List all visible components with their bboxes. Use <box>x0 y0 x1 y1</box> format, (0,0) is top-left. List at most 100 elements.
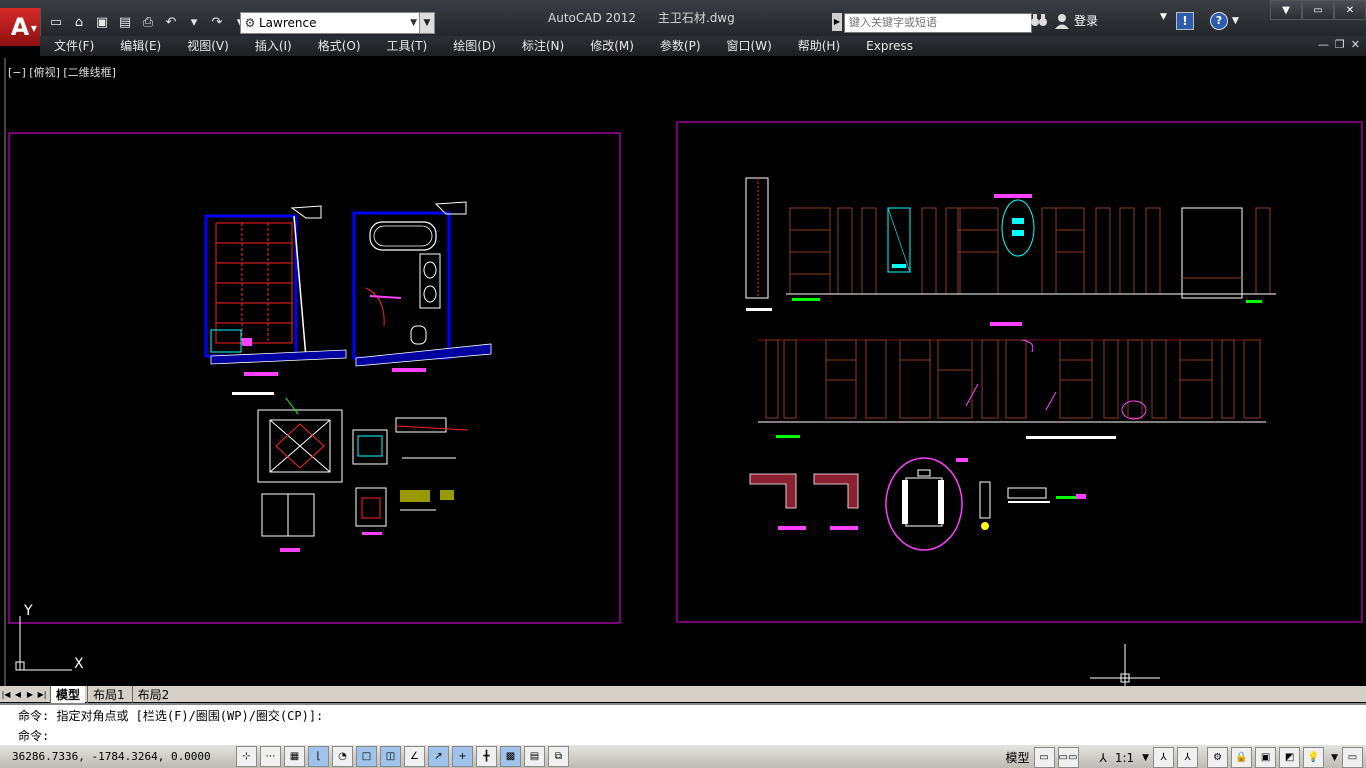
first-tab-icon[interactable]: |◀ <box>0 690 12 699</box>
ortho-mode-icon[interactable]: ⌊ <box>308 746 329 767</box>
cad-drawing: Y X <box>8 121 1363 686</box>
menu-draw[interactable]: 绘图(D) <box>439 36 508 56</box>
menu-tools[interactable]: 工具(T) <box>373 36 440 56</box>
hardware-acceleration-icon[interactable]: ▣ <box>1255 747 1277 768</box>
model-space-label[interactable]: 模型 <box>1005 749 1029 766</box>
menu-bar: 文件(F) 编辑(E) 视图(V) 插入(I) 格式(O) 工具(T) 绘图(D… <box>40 36 1366 56</box>
quick-view-drawings-icon[interactable]: ▭▭ <box>1057 747 1079 768</box>
layout-tabs: |◀ ◀ ▶ ▶| 模型 布局1 布局2 <box>0 685 1366 703</box>
open-file-icon[interactable]: ⌂ <box>69 12 89 32</box>
command-history-line: 命令: 指定对角点或 [栏选(F)/圈围(WP)/圈交(CP)]: <box>18 709 324 723</box>
search-input[interactable] <box>844 13 1032 33</box>
undo-dropdown-icon[interactable]: ▾ <box>184 12 204 32</box>
file-name: 主卫石材.dwg <box>657 11 735 25</box>
scale-dropdown-icon[interactable]: ▼ <box>1142 753 1149 763</box>
menu-edit[interactable]: 编辑(E) <box>106 36 173 56</box>
viewport-controls-label[interactable]: [−] [俯视] [二维线框] <box>8 64 116 80</box>
floor-plan-1 <box>204 205 347 376</box>
floor-plan-2 <box>352 201 492 372</box>
annotation-scale-icon[interactable]: ⅄ <box>1100 751 1107 765</box>
menu-help[interactable]: 帮助(H) <box>784 36 852 56</box>
last-tab-icon[interactable]: ▶| <box>36 690 48 699</box>
command-window[interactable]: 命令: 指定对角点或 [栏选(F)/圈围(WP)/圈交(CP)]: 命令: <box>0 703 1366 747</box>
menu-format[interactable]: 格式(O) <box>304 36 373 56</box>
coordinates-readout[interactable]: 36286.7336, -1784.3264, 0.0000 <box>0 750 236 763</box>
menu-express[interactable]: Express <box>852 36 925 56</box>
maximize-button[interactable]: ▭ <box>1302 0 1334 20</box>
3d-object-snap-icon[interactable]: ◫ <box>380 746 401 767</box>
isolate-objects-icon[interactable]: ◩ <box>1279 747 1301 768</box>
infer-constraints-icon[interactable]: ⊹ <box>236 746 257 767</box>
redo-icon[interactable]: ↷ <box>207 12 227 32</box>
qat-customize-button[interactable]: ▼ <box>419 12 435 34</box>
help-icon[interactable]: ? ▼ <box>1210 12 1239 30</box>
login-dropdown-icon[interactable]: ▼ <box>1160 12 1167 22</box>
annotation-scale-label[interactable]: 1:1 <box>1115 751 1134 765</box>
menu-dimension[interactable]: 标注(N) <box>508 36 576 56</box>
workspace-switching-icon[interactable]: ⚙ <box>1207 747 1229 768</box>
selection-cycling-icon[interactable]: ⧉ <box>548 746 569 767</box>
auto-scale-icon[interactable]: ⅄ <box>1177 747 1199 768</box>
exchange-icon[interactable]: ! <box>1176 12 1194 30</box>
object-snap-icon[interactable]: □ <box>356 746 377 767</box>
binoculars-icon[interactable] <box>1030 12 1048 28</box>
transparency-icon[interactable]: ▩ <box>500 746 521 767</box>
document-window-controls: — ❐ ✕ <box>1318 38 1360 51</box>
menu-parametric[interactable]: 参数(P) <box>646 36 713 56</box>
menu-view[interactable]: 视图(V) <box>173 36 241 56</box>
section-details <box>749 457 1086 551</box>
login-area[interactable]: 登录 <box>1054 12 1098 29</box>
workspace-select[interactable]: ⚙ Lawrence ▼ <box>240 12 420 34</box>
workspace-value: Lawrence <box>259 16 317 30</box>
close-button[interactable]: ✕ <box>1334 0 1366 20</box>
small-details <box>352 417 469 535</box>
save-as-icon[interactable]: ▤ <box>115 12 135 32</box>
command-prompt[interactable]: 命令: <box>0 725 1366 745</box>
tab-model[interactable]: 模型 <box>50 685 86 703</box>
snap-mode-icon[interactable]: ⋯ <box>260 746 281 767</box>
polar-tracking-icon[interactable]: ◔ <box>332 746 353 767</box>
quick-view-layouts-icon[interactable]: ▭ <box>1033 747 1055 768</box>
ceiling-plan <box>232 392 343 552</box>
application-menu-button[interactable]: A ▼ <box>0 8 41 46</box>
tab-layout2[interactable]: 布局2 <box>131 685 175 703</box>
quick-properties-icon[interactable]: ▤ <box>524 746 545 767</box>
prev-tab-icon[interactable]: ◀ <box>12 690 24 699</box>
gear-icon: ⚙ <box>244 16 256 30</box>
app-name: AutoCAD 2012 <box>548 11 637 25</box>
tab-layout1[interactable]: 布局1 <box>87 685 130 703</box>
object-snap-tracking-icon[interactable]: ∠ <box>404 746 425 767</box>
toolbar-lock-icon[interactable]: 🔒 <box>1231 747 1253 768</box>
ucs-icon: Y X <box>15 603 84 672</box>
lineweight-icon[interactable]: ╋ <box>476 746 497 767</box>
elevation-top <box>745 177 1276 311</box>
new-file-icon[interactable]: ▭ <box>46 12 66 32</box>
drawing-canvas[interactable]: Y X <box>4 58 1364 686</box>
doc-restore-button[interactable]: ❐ <box>1335 38 1345 51</box>
next-tab-icon[interactable]: ▶ <box>24 690 36 699</box>
undo-icon[interactable]: ↶ <box>161 12 181 32</box>
user-icon <box>1055 13 1069 29</box>
window-controls: ▼ ▭ ✕ <box>1270 0 1366 20</box>
status-menu-icon[interactable]: ▼ <box>1331 753 1338 763</box>
doc-minimize-button[interactable]: — <box>1318 38 1329 51</box>
dynamic-input-icon[interactable]: + <box>452 746 473 767</box>
save-icon[interactable]: ▣ <box>92 12 112 32</box>
title-bar: A▼ ▭ ⌂ ▣ ▤ ⎙ ↶ ▾ ↷ ▾ ⚙Lawrence ▼ ▼ AutoC… <box>0 0 1366 46</box>
menu-window[interactable]: 窗口(W) <box>713 36 784 56</box>
quick-access-toolbar: ▭ ⌂ ▣ ▤ ⎙ ↶ ▾ ↷ ▾ <box>46 12 250 32</box>
search-expand-icon[interactable]: ▶ <box>832 13 842 31</box>
dynamic-ucs-icon[interactable]: ↗ <box>428 746 449 767</box>
annotation-visibility-icon[interactable]: ⅄ <box>1153 747 1175 768</box>
grid-display-icon[interactable]: ▦ <box>284 746 305 767</box>
menu-modify[interactable]: 修改(M) <box>576 36 646 56</box>
login-label: 登录 <box>1074 14 1099 28</box>
menu-insert[interactable]: 插入(I) <box>241 36 304 56</box>
elevation-middle <box>758 322 1266 439</box>
plot-icon[interactable]: ⎙ <box>138 12 158 32</box>
clean-screen-icon[interactable]: ▭ <box>1342 747 1363 768</box>
bulb-icon[interactable]: 💡 <box>1303 747 1325 768</box>
doc-close-button[interactable]: ✕ <box>1351 38 1360 51</box>
minimize-button[interactable]: ▼ <box>1270 0 1302 20</box>
menu-file[interactable]: 文件(F) <box>40 36 106 56</box>
